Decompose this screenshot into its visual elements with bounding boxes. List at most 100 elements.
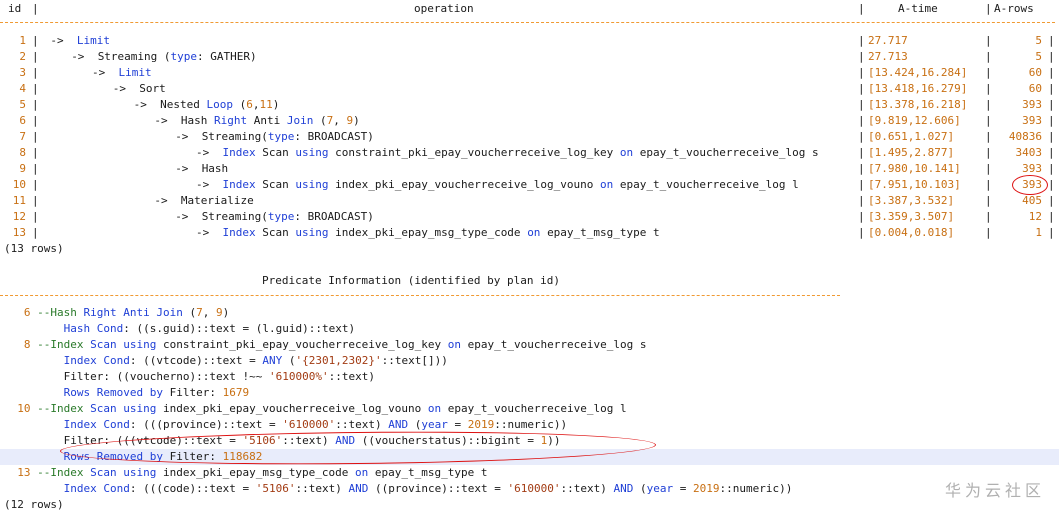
col-divider: | (32, 2, 39, 15)
plan-row: 5 | -> Nested Loop (6,11) | [13.378,16.218] |… (0, 97, 1059, 113)
col-divider: | (985, 178, 992, 191)
plan-row-id: 6 (19, 114, 26, 127)
plan-row-operation: -> Index Scan using constraint_pki_epay_… (196, 146, 819, 159)
plan-row-operation: -> Streaming (type: GATHER) (71, 50, 257, 63)
plan-row-arows: 393 (1022, 98, 1042, 111)
plan-row-operation: -> Limit (92, 66, 152, 79)
col-divider: | (1048, 34, 1055, 47)
col-divider: | (1048, 162, 1055, 175)
plan-row-atime: [3.387,3.532] (868, 194, 955, 207)
plan-row-atime: [13.418,16.279] (868, 82, 968, 95)
plan-row: 3 | -> Limit | [13.424,16.284] | 60 | (0, 65, 1059, 81)
predicate-line-text: 8 --Index Scan using constraint_pki_epay… (23, 338, 647, 351)
col-divider: | (32, 178, 39, 191)
predicate-line: Index Cond: (((code)::text = '5106'::tex… (0, 481, 1059, 497)
header-operation: operation (414, 2, 474, 15)
col-divider: | (858, 130, 865, 143)
plan-row: 7 | -> Streaming(type: BROADCAST) | [0.651,1… (0, 129, 1059, 145)
plan-row-atime: [13.424,16.284] (868, 66, 968, 79)
col-divider: | (32, 34, 39, 47)
plan-row-atime: [1.495,2.877] (868, 146, 955, 159)
col-divider: | (858, 50, 865, 63)
plan-row: 11 | -> Materialize | [3.387,3.532] | 405 | (0, 193, 1059, 209)
predicate-line: Rows Removed by Filter: 1679 (0, 385, 1059, 401)
plan-row-atime: [3.359,3.507] (868, 210, 955, 223)
plan-row-id: 2 (19, 50, 26, 63)
col-divider: | (32, 114, 39, 127)
plan-row-arows: 40836 (1008, 130, 1043, 143)
predicate-line: Filter: ((voucherno)::text !~~ '610000%'… (0, 369, 1059, 385)
col-divider: | (1048, 194, 1055, 207)
plan-row-operation: -> Limit (50, 34, 111, 47)
plan-row: 1 | -> Limit | 27.717 | 5 | (0, 33, 1059, 49)
plan-row-id: 13 (12, 226, 26, 239)
col-divider: | (858, 34, 865, 47)
plan-row: 10 | -> Index Scan using index_pki_epay_vo… (0, 177, 1059, 193)
predicate-line-text: Index Cond: (((province)::text = '610000… (63, 418, 568, 431)
plan-row-id: 8 (19, 146, 26, 159)
plan-row-operation: -> Streaming(type: BROADCAST) (175, 130, 374, 143)
plan-row-arows: 12 (1028, 210, 1042, 223)
header-id: id (8, 2, 22, 15)
plan-row-operation: -> Streaming(type: BROADCAST) (175, 210, 374, 223)
plan-row-operation: -> Nested Loop (6,11) (133, 98, 280, 111)
arows-annotation-ellipse (1012, 175, 1048, 195)
plan-row-atime: [0.651,1.027] (868, 130, 955, 143)
col-divider: | (985, 82, 992, 95)
plan-row-operation: -> Index Scan using index_pki_epay_vouch… (196, 178, 799, 191)
predicate-line: 10 --Index Scan using index_pki_epay_vou… (0, 401, 1059, 417)
predicate-line-text: Index Cond: ((vtcode)::text = ANY ('{230… (63, 354, 448, 367)
predicate-line-text: 13 --Index Scan using index_pki_epay_msg… (17, 466, 488, 479)
col-divider: | (858, 178, 865, 191)
col-divider: | (985, 194, 992, 207)
col-divider: | (858, 114, 865, 127)
col-divider: | (1048, 114, 1055, 127)
header-atime: A-time (898, 2, 938, 15)
plan-row-arows: 60 (1028, 82, 1042, 95)
predicate-title-row: Predicate Information (identified by pla… (0, 273, 1059, 289)
plan-row-id: 5 (19, 98, 26, 111)
plan-row-arows: 3403 (1015, 146, 1043, 159)
plan-row-count: (13 rows) (4, 242, 64, 255)
plan-row-id: 7 (19, 130, 26, 143)
plan-row-arows: 1 (1035, 226, 1042, 239)
plan-footer: (13 rows) (0, 241, 1059, 257)
predicate-separator (0, 295, 840, 296)
col-divider: | (1048, 146, 1055, 159)
plan-row-id: 4 (19, 82, 26, 95)
col-divider: | (32, 50, 39, 63)
col-divider: | (32, 210, 39, 223)
col-divider: | (858, 146, 865, 159)
col-divider: | (858, 98, 865, 111)
plan-row-arows: 5 (1035, 34, 1042, 47)
col-divider: | (32, 194, 39, 207)
predicate-row-count: (12 rows) (4, 498, 64, 511)
col-divider: | (985, 66, 992, 79)
predicate-line-text: Hash Cond: ((s.guid)::text = (l.guid)::t… (63, 322, 356, 335)
plan-row-atime: [13.378,16.218] (868, 98, 968, 111)
plan-row-id: 3 (19, 66, 26, 79)
col-divider: | (1048, 178, 1055, 191)
col-divider: | (32, 66, 39, 79)
predicate-line-text: Filter: ((voucherno)::text !~~ '610000%'… (63, 370, 375, 383)
col-divider: | (985, 210, 992, 223)
plan-row-arows: 405 (1022, 194, 1042, 207)
predicate-line-text: Index Cond: (((code)::text = '5106'::tex… (63, 482, 793, 495)
plan-row-operation: -> Hash Right Anti Join (7, 9) (154, 114, 360, 127)
col-divider: | (985, 162, 992, 175)
plan-row: 12 | -> Streaming(type: BROADCAST) | [3.359,… (0, 209, 1059, 225)
plan-row-atime: 27.713 (868, 50, 908, 63)
plan-row: 13 | -> Index Scan using index_pki_epay_ms… (0, 225, 1059, 241)
col-divider: | (32, 162, 39, 175)
plan-row-arows: 60 (1028, 66, 1042, 79)
col-divider: | (1048, 98, 1055, 111)
plan-row: 8 | -> Index Scan using constraint_pki_epa… (0, 145, 1059, 161)
predicate-line: Index Cond: (((province)::text = '610000… (0, 417, 1059, 433)
plan-row: 6 | -> Hash Right Anti Join (7, 9) | [9.819,… (0, 113, 1059, 129)
col-divider: | (858, 2, 865, 15)
predicate-line-text: 10 --Index Scan using index_pki_epay_vou… (17, 402, 627, 415)
plan-row-id: 12 (12, 210, 26, 223)
col-divider: | (985, 226, 992, 239)
plan-row-id: 1 (19, 34, 26, 47)
col-divider: | (985, 114, 992, 127)
